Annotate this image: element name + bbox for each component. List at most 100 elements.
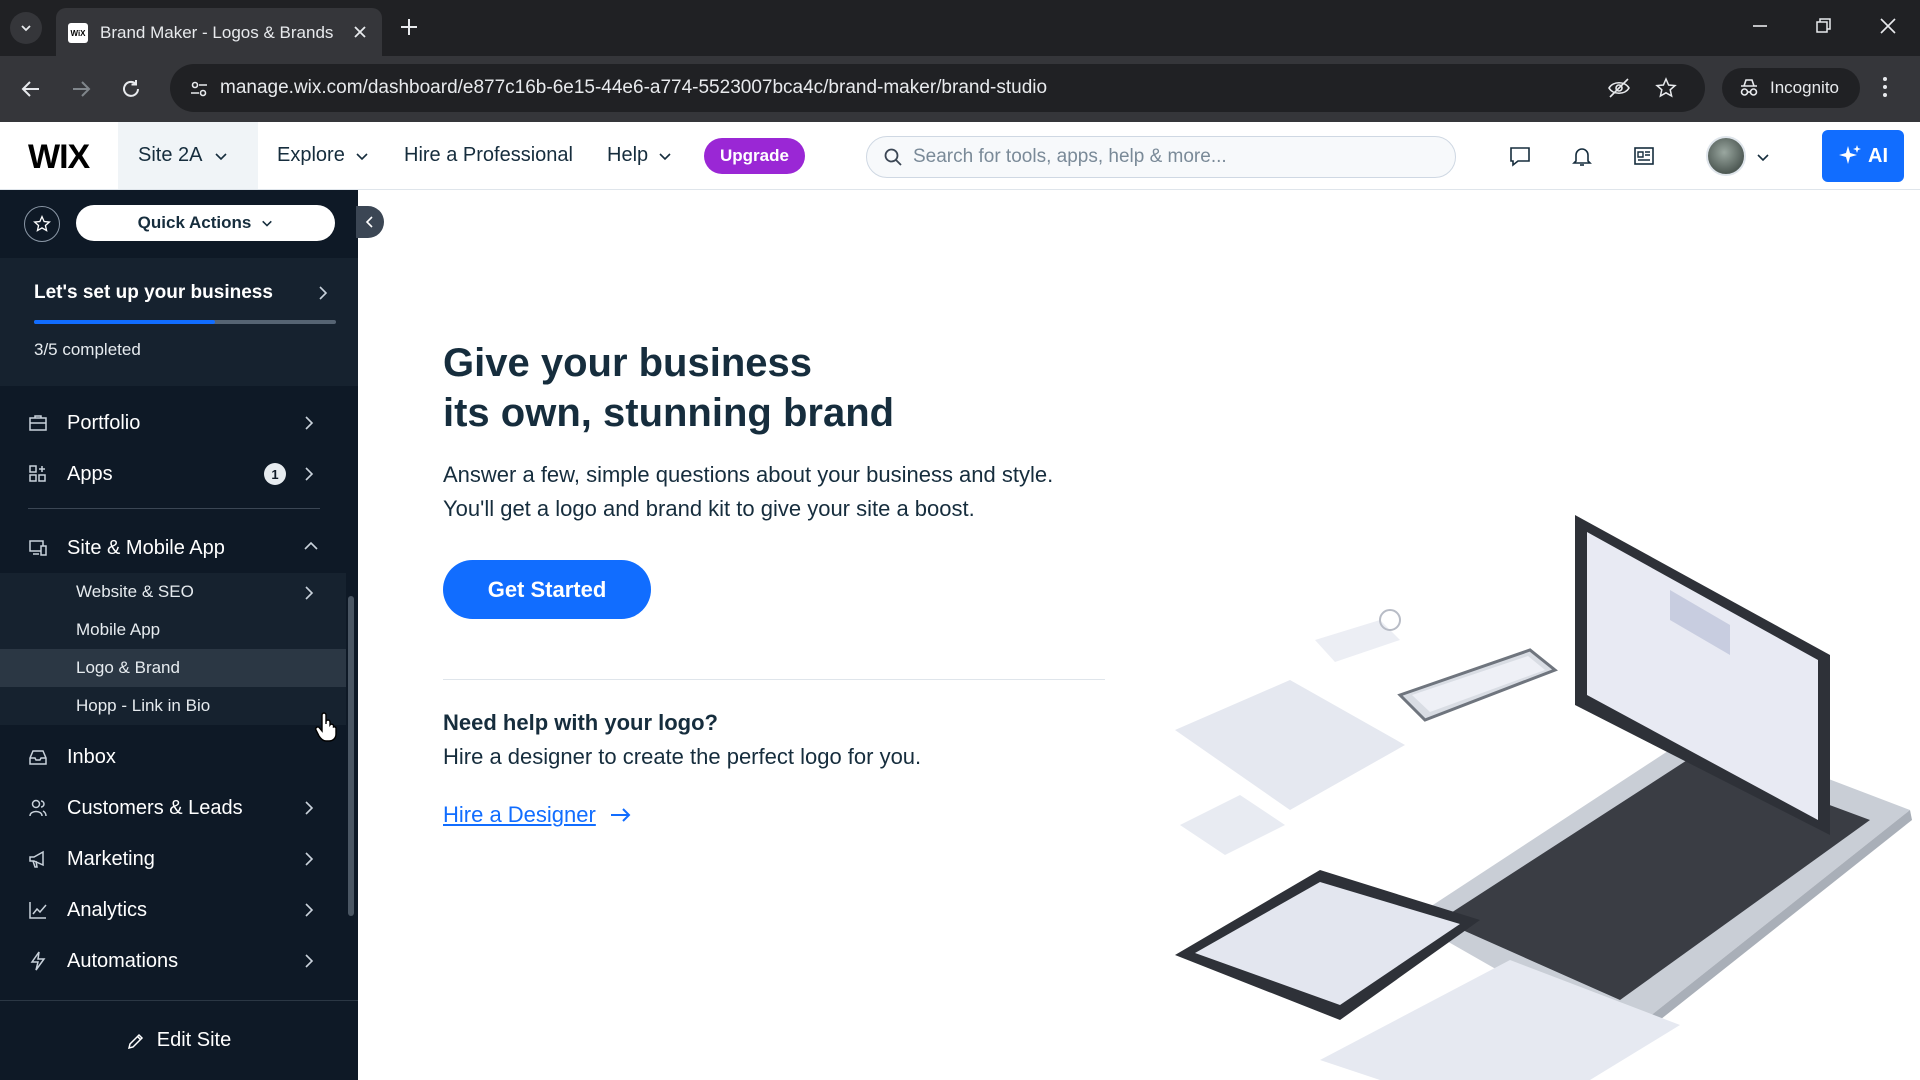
- sidebar: Quick Actions Let's set up your business…: [0, 190, 384, 1080]
- sidebar-item-inbox[interactable]: Inbox: [0, 732, 346, 782]
- incognito-icon: [1740, 79, 1758, 96]
- bookmark-star-icon[interactable]: [1655, 77, 1677, 99]
- help-menu[interactable]: Help: [607, 122, 672, 189]
- setup-title: Let's set up your business: [34, 282, 273, 303]
- get-started-button[interactable]: Get Started: [443, 560, 651, 619]
- explore-label: Explore: [277, 144, 345, 166]
- wix-top-bar: WIX Site 2A Explore Hire a Professional …: [0, 122, 1920, 190]
- collapse-sidebar-button[interactable]: [356, 206, 384, 238]
- more-vertical-icon[interactable]: [1882, 76, 1888, 98]
- sidebar-item-label: Analytics: [67, 898, 148, 921]
- chevron-right-icon: [319, 286, 328, 300]
- chat-icon[interactable]: [1508, 144, 1532, 168]
- url-text: manage.wix.com/dashboard/e877c16b-6e15-4…: [220, 77, 1048, 98]
- sidebar-item-customers-leads[interactable]: Customers & Leads: [0, 783, 346, 833]
- eye-off-icon[interactable]: [1607, 77, 1631, 99]
- chevron-down-icon: [215, 152, 228, 160]
- setup-progress-bar: [34, 320, 336, 324]
- quick-actions-button[interactable]: Quick Actions: [76, 205, 335, 241]
- ai-assistant-button[interactable]: AI: [1822, 130, 1904, 182]
- new-tab-plus-icon[interactable]: [398, 16, 420, 38]
- chevron-right-icon: [305, 416, 314, 430]
- quick-actions-label: Quick Actions: [137, 213, 252, 232]
- sidebar-scrollbar[interactable]: [348, 596, 354, 916]
- sidebar-item-analytics[interactable]: Analytics: [0, 885, 346, 935]
- sidebar-item-portfolio[interactable]: Portfolio: [0, 398, 346, 448]
- sidebar-subitem-label: Mobile App: [76, 620, 161, 639]
- upgrade-button[interactable]: Upgrade: [704, 138, 805, 174]
- wix-logo[interactable]: WIX: [28, 138, 90, 177]
- sidebar-item-label: Automations: [67, 949, 179, 972]
- page-description-line-1: Answer a few, simple questions about you…: [443, 462, 1054, 487]
- explore-menu[interactable]: Explore: [277, 122, 369, 189]
- incognito-indicator[interactable]: Incognito: [1722, 68, 1860, 108]
- sparkle-icon: [1839, 145, 1861, 164]
- sidebar-subitem-website-seo[interactable]: Website & SEO: [0, 573, 346, 611]
- sidebar-subitem-hopp-link-in-bio[interactable]: Hopp - Link in Bio: [0, 687, 346, 725]
- sidebar-item-label: Portfolio: [67, 411, 141, 434]
- edit-site-label: Edit Site: [156, 1029, 232, 1051]
- bell-icon[interactable]: [1570, 144, 1594, 168]
- restore-icon[interactable]: [1814, 16, 1834, 36]
- browser-tab[interactable]: WiX Brand Maker - Logos & Brands: [56, 8, 382, 56]
- address-bar[interactable]: manage.wix.com/dashboard/e877c16b-6e15-4…: [170, 64, 1705, 112]
- tag-ring: [1379, 609, 1401, 631]
- incognito-label: Incognito: [1770, 78, 1839, 97]
- minimize-icon[interactable]: [1750, 16, 1770, 36]
- chevron-down-icon[interactable]: [1756, 150, 1770, 164]
- sidebar-subitem-label: Logo & Brand: [76, 658, 180, 677]
- hire-designer-label: Hire a Designer: [443, 802, 596, 827]
- tab-search-button[interactable]: [10, 12, 42, 44]
- edit-site-button[interactable]: Edit Site: [0, 1000, 358, 1080]
- ai-label: AI: [1868, 144, 1888, 167]
- business-card: [1180, 795, 1285, 855]
- sidebar-item-automations[interactable]: Automations: [0, 936, 346, 986]
- page-title: Give your business its own, stunning bra…: [443, 338, 894, 438]
- setup-checklist[interactable]: Let's set up your business 3/5 completed: [0, 258, 358, 386]
- forward-arrow-icon[interactable]: [70, 78, 92, 100]
- sidebar-subitem-logo-brand[interactable]: Logo & Brand: [0, 649, 346, 687]
- search-box[interactable]: [866, 136, 1456, 178]
- sidebar-item-label: Apps: [67, 462, 113, 485]
- site-mobile-app-submenu: Website & SEO Mobile App Logo & Brand Ho…: [0, 573, 346, 725]
- hire-designer-link[interactable]: Hire a Designer: [443, 802, 632, 828]
- sidebar-subitem-mobile-app[interactable]: Mobile App: [0, 611, 346, 649]
- lightning-icon: [30, 951, 46, 971]
- help-label: Help: [607, 144, 649, 166]
- sidebar-item-site-mobile-app[interactable]: Site & Mobile App: [0, 523, 346, 573]
- tablet-screen: [1195, 882, 1460, 1005]
- search-icon: [884, 148, 902, 166]
- sidebar-subitem-label: Website & SEO: [76, 582, 194, 601]
- site-icon: [29, 540, 47, 556]
- letterhead-card: [1175, 680, 1405, 810]
- back-arrow-icon[interactable]: [20, 78, 42, 100]
- setup-progress-text: 3/5 completed: [34, 340, 141, 359]
- page-title-line-2: its own, stunning brand: [443, 391, 895, 435]
- hire-professional-label: Hire a Professional: [404, 144, 573, 166]
- sidebar-divider: [28, 508, 320, 509]
- reload-icon[interactable]: [120, 78, 142, 100]
- tab-title: Brand Maker - Logos & Brands: [100, 23, 334, 42]
- site-selector[interactable]: Site 2A: [118, 122, 258, 189]
- updates-icon[interactable]: [1632, 144, 1656, 168]
- wix-favicon-icon: WiX: [68, 23, 88, 43]
- close-icon[interactable]: [352, 24, 368, 40]
- brand-kit-illustration: [1175, 515, 1912, 1080]
- pencil-icon: [127, 1033, 143, 1049]
- chevron-down-icon: [21, 25, 31, 32]
- avatar[interactable]: [1706, 136, 1746, 176]
- window-close-icon[interactable]: [1878, 16, 1898, 36]
- brand-tag: [1315, 620, 1400, 662]
- sidebar-item-marketing[interactable]: Marketing: [0, 834, 346, 884]
- star-icon: [33, 215, 51, 232]
- megaphone-icon: [29, 850, 44, 868]
- sidebar-item-apps[interactable]: Apps 1: [0, 449, 346, 499]
- page-description: Answer a few, simple questions about you…: [443, 458, 1053, 526]
- favorites-button[interactable]: [24, 206, 60, 242]
- site-settings-icon[interactable]: [188, 78, 210, 100]
- chevron-down-icon: [659, 152, 671, 160]
- hire-professional-link[interactable]: Hire a Professional: [404, 122, 573, 189]
- search-input[interactable]: [913, 137, 1433, 177]
- site-name: Site 2A: [138, 144, 203, 166]
- hand-cursor-icon: [315, 712, 337, 742]
